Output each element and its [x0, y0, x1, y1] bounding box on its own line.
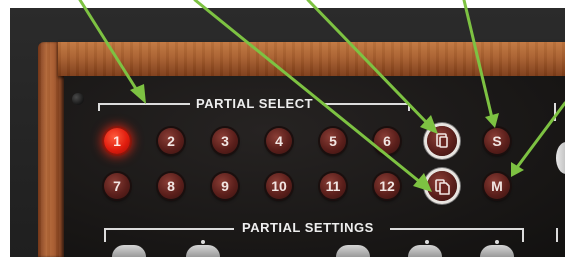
partial-button-9[interactable]: 9	[212, 173, 238, 199]
settings-knob[interactable]	[480, 245, 514, 257]
partial-button-2[interactable]: 2	[158, 128, 184, 154]
wood-top-frame	[58, 42, 565, 76]
mute-button[interactable]: M	[484, 173, 510, 199]
partial-button-12[interactable]: 12	[374, 173, 400, 199]
partial-button-1[interactable]: 1	[104, 128, 130, 154]
settings-bracket-line-right	[390, 228, 524, 230]
knob-marker-dot	[425, 240, 429, 244]
settings-bracket-tick-right	[522, 228, 524, 242]
knob-marker-dot	[201, 240, 205, 244]
knob-marker-dot	[495, 240, 499, 244]
settings-knob[interactable]	[336, 245, 370, 257]
partial-button-11[interactable]: 11	[320, 173, 346, 199]
partial-button-6[interactable]: 6	[374, 128, 400, 154]
settings-knob[interactable]	[112, 245, 146, 257]
partial-button-5[interactable]: 5	[320, 128, 346, 154]
panel-screw	[72, 93, 84, 105]
paste-partial-button[interactable]	[427, 171, 457, 201]
partial-settings-heading: PARTIAL SETTINGS	[242, 220, 374, 235]
partial-button-3[interactable]: 3	[212, 128, 238, 154]
bracket-tick-right	[408, 103, 410, 111]
next-section-bracket	[554, 103, 556, 121]
synth-panel-screenshot: PARTIAL SELECT 1 2 3 4 5 6 7 8 9 10 11 1…	[0, 0, 565, 257]
solo-button[interactable]: S	[484, 128, 510, 154]
settings-knob[interactable]	[186, 245, 220, 257]
bracket-line-left	[98, 103, 190, 105]
partial-select-heading: PARTIAL SELECT	[196, 96, 314, 111]
settings-knob[interactable]	[408, 245, 442, 257]
settings-bracket-tick-left	[104, 228, 106, 242]
bracket-line-right	[322, 103, 410, 105]
settings-bracket-line-left	[104, 228, 234, 230]
partial-button-4[interactable]: 4	[266, 128, 292, 154]
bracket-tick-left	[98, 103, 100, 111]
next-settings-bracket	[556, 228, 558, 242]
partial-button-7[interactable]: 7	[104, 173, 130, 199]
copy-partial-button[interactable]	[427, 126, 457, 156]
partial-button-10[interactable]: 10	[266, 173, 292, 199]
partial-button-8[interactable]: 8	[158, 173, 184, 199]
